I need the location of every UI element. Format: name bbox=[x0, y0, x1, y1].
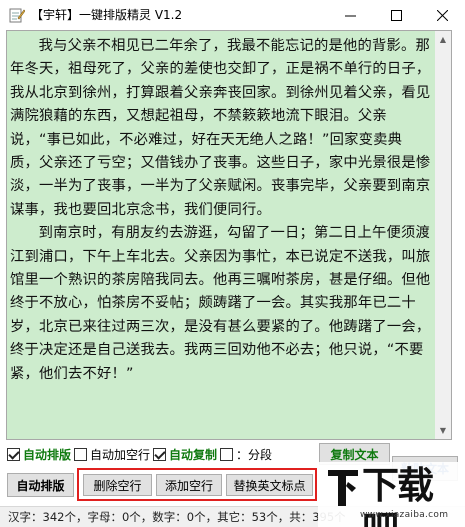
option-label: ：分段 bbox=[236, 447, 273, 462]
download-logo-icon bbox=[324, 466, 362, 508]
notepad-pen-icon bbox=[9, 7, 26, 23]
close-icon bbox=[436, 9, 448, 21]
minimize-icon bbox=[344, 15, 356, 16]
option-auto-add-blank[interactable]: 自动加空行 bbox=[74, 446, 150, 463]
option-auto-copy[interactable]: 自动复制 bbox=[153, 446, 217, 463]
options-row: 自动排版 自动加空行 自动复制 ：分段 bbox=[7, 446, 275, 462]
checkbox-auto-format[interactable] bbox=[7, 447, 20, 461]
maximize-button[interactable] bbox=[373, 0, 419, 30]
option-auto-format[interactable]: 自动排版 bbox=[7, 446, 71, 463]
checkbox-auto-copy[interactable] bbox=[153, 447, 167, 461]
scroll-up-arrow-icon[interactable]: ▲ bbox=[435, 31, 451, 48]
vertical-scrollbar[interactable]: ▲ ▼ bbox=[435, 31, 451, 439]
highlight-box bbox=[77, 468, 317, 501]
auto-format-button[interactable]: 自动排版 bbox=[7, 473, 74, 497]
scroll-down-arrow-icon[interactable]: ▼ bbox=[435, 422, 451, 439]
window-title: 【宇轩】一键排版精灵 V1.2 bbox=[31, 8, 183, 22]
title-bar[interactable]: 【宇轩】一键排版精灵 V1.2 bbox=[0, 0, 465, 30]
option-label: 自动加空行 bbox=[90, 447, 151, 462]
option-colon-split[interactable]: ：分段 bbox=[220, 446, 272, 463]
checkbox-colon-split[interactable] bbox=[220, 447, 234, 461]
watermark-url: www.xiazaiba.com bbox=[360, 510, 449, 520]
option-label: 自动排版 bbox=[23, 447, 72, 462]
paragraph: 我与父亲不相见已二年余了，我最不能忘记的是他的背影。那年冬天，祖母死了，父亲的差… bbox=[10, 38, 431, 218]
checkbox-auto-add-blank[interactable] bbox=[74, 447, 88, 461]
maximize-icon bbox=[390, 9, 402, 21]
paragraph: 到南京时，有朋友约去游逛，勾留了一日；第二日上午便须渡江到浦口，下午上车北去。父… bbox=[10, 225, 431, 382]
watermark-logo: 下载吧 www.xiazaiba.com bbox=[318, 462, 465, 527]
minimize-button[interactable] bbox=[327, 0, 373, 30]
text-editor[interactable]: 我与父亲不相见已二年余了，我最不能忘记的是他的背影。那年冬天，祖母死了，父亲的差… bbox=[7, 31, 435, 439]
text-editor-frame: 我与父亲不相见已二年余了，我最不能忘记的是他的背影。那年冬天，祖母死了，父亲的差… bbox=[6, 30, 452, 440]
option-label: 自动复制 bbox=[169, 447, 218, 462]
close-button[interactable] bbox=[419, 0, 465, 30]
